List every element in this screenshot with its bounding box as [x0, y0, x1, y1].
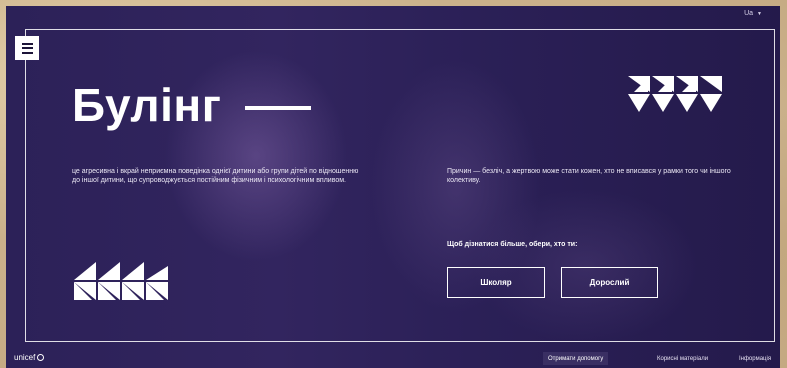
page: Ua ▼ Булінг це агресивна і вкрай неприєм… — [6, 6, 780, 368]
adult-button[interactable]: Дорослий — [561, 267, 658, 298]
language-label: Ua — [744, 10, 754, 17]
language-selector[interactable]: Ua ▼ — [744, 10, 762, 17]
information-link[interactable]: Інформація — [739, 356, 771, 362]
unicef-logo[interactable]: unicef — [14, 353, 45, 362]
hamburger-icon — [21, 42, 33, 54]
get-help-button[interactable]: Отримати допомогу — [543, 352, 609, 365]
bullying-definition: це агресивна і вкрай неприємна поведінка… — [72, 168, 359, 184]
chevron-down-icon: ▼ — [757, 10, 762, 17]
useful-materials-link[interactable]: Корисні матеріали — [657, 356, 708, 362]
globe-icon — [37, 354, 45, 361]
page-title: Булінг — [72, 79, 222, 131]
hero-title-group: Булінг — [72, 79, 312, 131]
triangle-pattern-icon — [628, 76, 722, 117]
unicef-wordmark: unicef — [14, 353, 36, 362]
title-dash — [245, 106, 312, 110]
bullying-reasons: Причин — безліч, а жертвою може стати ко… — [447, 168, 731, 184]
menu-button[interactable] — [15, 36, 39, 60]
pupil-button[interactable]: Школяр — [447, 267, 545, 298]
triangle-pattern-icon — [74, 262, 168, 305]
choose-role-prompt: Щоб дізнатися більше, обери, хто ти: — [447, 241, 578, 248]
